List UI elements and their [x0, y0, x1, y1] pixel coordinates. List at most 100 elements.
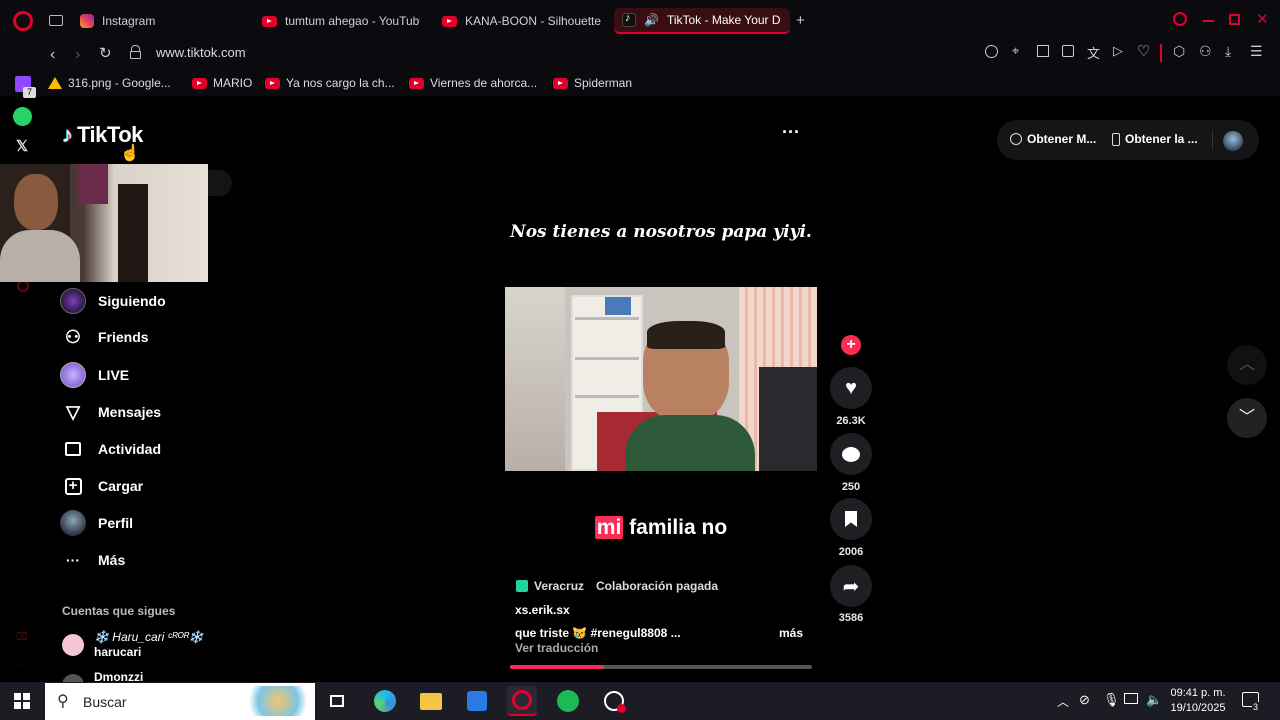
tray-chevron-icon[interactable]: ︿ [1057, 693, 1069, 710]
tiktok-note-icon: ♪ [62, 122, 73, 147]
pill-divider [1212, 130, 1213, 150]
url-field[interactable]: www.tiktok.com [156, 45, 246, 60]
nav-siguiendo[interactable]: Siguiendo [60, 286, 166, 316]
spotify-icon[interactable] [553, 686, 583, 716]
task-view-icon[interactable] [322, 686, 352, 716]
coin-icon [1010, 133, 1022, 145]
paid-partnership-label: Colaboración pagada [596, 579, 719, 593]
location-label: Veracruz [534, 579, 585, 593]
tab-youtube-1[interactable]: tumtum ahegao - YouTub [254, 8, 424, 34]
tab-tiktok[interactable]: 🔊 TikTok - Make Your D [614, 8, 790, 34]
nav-cargar[interactable]: + Cargar [60, 471, 143, 501]
clock-date: 19/10/2025 [1170, 702, 1226, 714]
profile-icon[interactable]: ⚇ [1199, 43, 1212, 60]
nav-live[interactable]: LIVE [60, 360, 129, 390]
maximize-button[interactable] [1229, 14, 1240, 25]
extensions-icon[interactable]: ⬡ [1173, 43, 1185, 60]
recording-app-icon[interactable] [599, 686, 629, 716]
volume-icon[interactable]: 🔈 [1146, 692, 1162, 708]
nav-perfil[interactable]: Perfil [60, 508, 133, 538]
bookmark-label: Viernes de ahorca... [430, 76, 538, 90]
mouse-cursor-icon: ☝ [120, 145, 140, 162]
follow-plus-button[interactable]: + [841, 335, 861, 355]
snapshot-icon[interactable] [1037, 45, 1049, 57]
edge-icon[interactable] [370, 686, 400, 716]
download-icon[interactable]: ⤓ [1225, 43, 1231, 60]
more-description-button[interactable]: más [779, 626, 803, 640]
tab-instagram[interactable]: Instagram [72, 8, 242, 34]
bookmark-drive[interactable]: 316.png - Google... [48, 76, 171, 90]
tab-youtube-2[interactable]: KANA-BOON - Silhouette [434, 8, 604, 34]
bookmark-mario[interactable]: MARIO [192, 76, 252, 90]
next-video-button[interactable]: ﹀ [1227, 398, 1267, 438]
display-icon[interactable] [1124, 693, 1138, 704]
x-twitter-icon[interactable]: 𝕏 [16, 137, 28, 155]
opera-logo-icon[interactable] [13, 11, 33, 31]
file-explorer-icon[interactable] [416, 686, 446, 716]
more-icon: ··· [66, 552, 80, 568]
opera-sidebar-icon[interactable]: ⌧ [16, 632, 28, 643]
bookmark-label: 316.png - Google... [68, 76, 171, 90]
save-button[interactable] [830, 498, 872, 540]
tab-label: KANA-BOON - Silhouette [465, 14, 602, 28]
heart-icon[interactable]: ♡ [1137, 42, 1150, 60]
author-username[interactable]: xs.erik.sx [515, 603, 570, 617]
pin-icon[interactable]: ⌖ [1012, 43, 1019, 59]
forward-icon[interactable]: › [75, 46, 80, 64]
share-button[interactable]: ➦ [830, 565, 872, 607]
close-window-button[interactable]: ✕ [1256, 10, 1269, 28]
like-button[interactable]: ♥ [830, 367, 872, 409]
nav-mensajes[interactable]: ▽ Mensajes [60, 397, 161, 427]
adblock-icon[interactable] [1062, 45, 1074, 57]
video-progress-track[interactable] [510, 665, 812, 669]
nav-friends[interactable]: ⚇ Friends [60, 322, 149, 352]
easy-setup-icon[interactable]: ☰ [1250, 43, 1263, 60]
opera-taskbar-icon[interactable] [507, 686, 537, 716]
like-count: 26.3K [836, 415, 866, 427]
bookmark-viernes[interactable]: Viernes de ahorca... [409, 76, 537, 90]
bookmark-spiderman[interactable]: Spiderman [553, 76, 632, 90]
taskbar-search-box[interactable]: ⚲ Buscar [45, 683, 315, 720]
nav-actividad[interactable]: Actividad [60, 434, 161, 464]
save-count: 2006 [838, 546, 864, 558]
comment-button[interactable] [830, 433, 872, 475]
tab-switcher-icon[interactable] [49, 15, 63, 26]
search-pill[interactable] [208, 170, 232, 196]
see-translation-link[interactable]: Ver traducción [515, 641, 598, 655]
get-app-button[interactable]: Obtener la ... [1112, 132, 1198, 146]
video-frame[interactable] [505, 287, 817, 471]
followed-account[interactable]: Dmonzzi [62, 670, 222, 682]
following-avatar-icon [60, 288, 86, 314]
nav-mas[interactable]: ··· Más [60, 545, 125, 575]
microphone-icon[interactable]: 🎙 [1103, 692, 1120, 708]
new-tab-button[interactable]: + [796, 12, 805, 29]
search-tabs-icon[interactable] [1173, 12, 1187, 26]
bookmark-label: MARIO [213, 76, 253, 90]
get-coins-button[interactable]: Obtener M... [1010, 132, 1096, 146]
back-icon[interactable]: ‹ [50, 46, 55, 64]
previous-video-button[interactable]: ︿ [1227, 345, 1267, 385]
windows-start-icon[interactable] [14, 693, 30, 709]
speaker-icon[interactable]: 🔊 [644, 13, 659, 27]
more-options-button[interactable]: ··· [782, 122, 800, 143]
play-icon[interactable]: ▷ [1113, 43, 1123, 59]
friends-icon: ⚇ [64, 326, 82, 347]
opera-sidebar-more-icon[interactable]: ··· [16, 660, 26, 671]
reload-icon[interactable]: ↻ [99, 44, 112, 62]
network-off-icon[interactable]: ⊘ [1079, 692, 1090, 708]
account-avatar [62, 634, 84, 656]
user-avatar[interactable] [1223, 131, 1243, 151]
clock[interactable]: 09:41 p. m. 19/10/2025 [1168, 686, 1228, 716]
address-bar-row: ‹ › ↻ www.tiktok.com ⌖ 文 ▷ ♡ ⬡ ⚇ ⤓ ☰ [0, 42, 1280, 72]
translate-icon[interactable]: 文 [1087, 43, 1100, 62]
comment-count: 250 [841, 481, 861, 493]
microsoft-store-icon[interactable] [462, 686, 492, 716]
minimize-button[interactable] [1203, 20, 1214, 22]
nav-label: Cargar [98, 478, 144, 494]
location-tag[interactable]: Veracruz [516, 579, 584, 593]
zoom-icon[interactable] [985, 45, 998, 58]
whatsapp-icon[interactable] [13, 107, 32, 126]
nav-label: Actividad [98, 441, 162, 457]
bookmark-ya-nos-cargo[interactable]: Ya nos cargo la ch... [265, 76, 395, 90]
followed-account[interactable]: ❄️ Haru_cari ᶜᴿᴼᴿ❄️ harucari [62, 630, 222, 662]
